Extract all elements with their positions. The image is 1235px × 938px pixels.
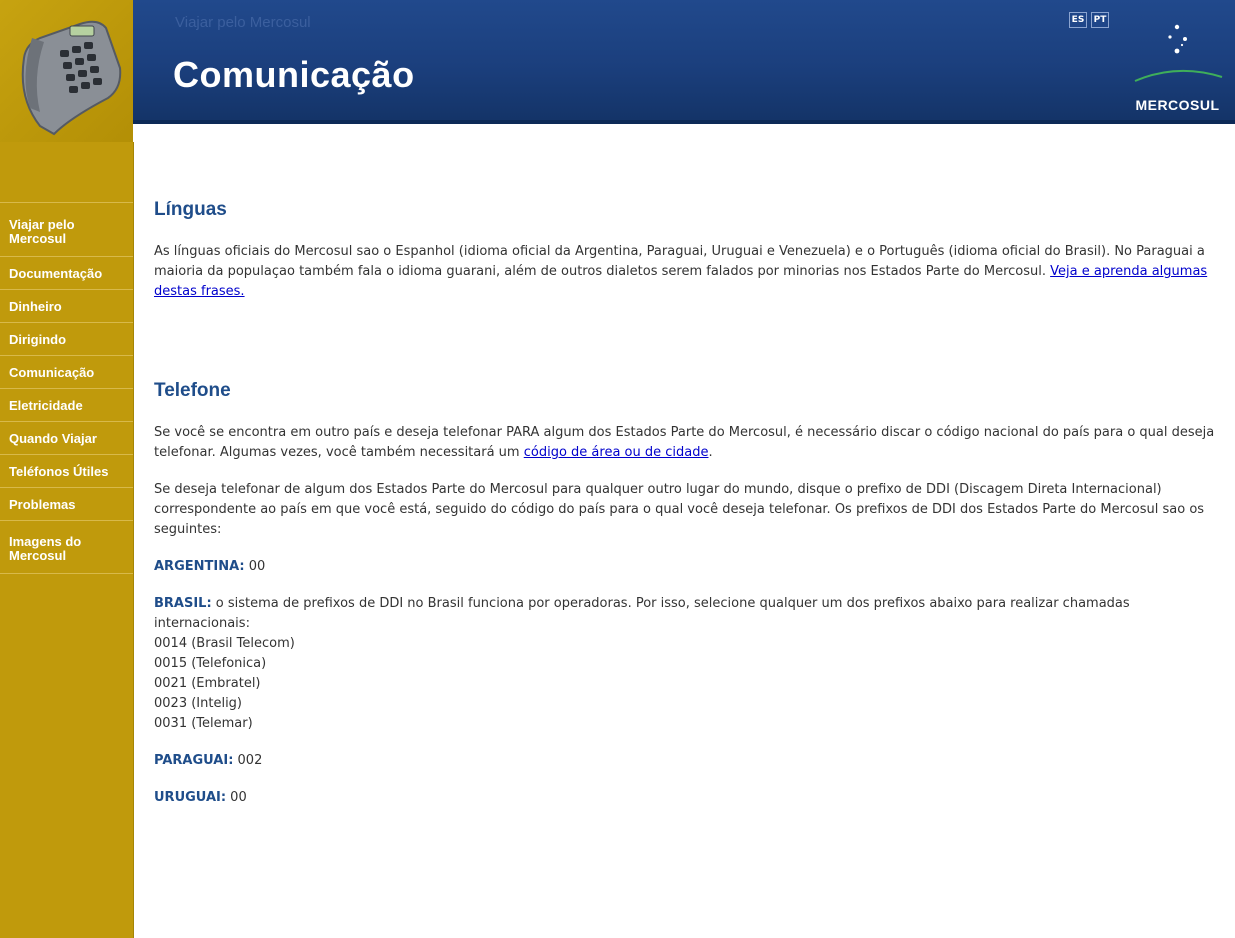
sidebar-item-viajar-pelo-mercosul[interactable]: Viajar pelo Mercosul bbox=[0, 202, 133, 256]
sidebar: Viajar pelo Mercosul Documentação Dinhei… bbox=[0, 142, 134, 938]
argentina-label: ARGENTINA: bbox=[154, 559, 245, 574]
telefone-paragraph-1: Se você se encontra em outro país e dese… bbox=[154, 423, 1219, 463]
logo-text: MERCOSUL bbox=[1135, 97, 1220, 113]
sidebar-item-documentacao[interactable]: Documentação bbox=[0, 256, 133, 289]
brasil-prefix: 0031 (Telemar) bbox=[154, 716, 253, 731]
section-heading-telefone: Telefone bbox=[154, 380, 231, 401]
main-content: Línguas As línguas oficiais do Mercosul … bbox=[154, 200, 1219, 808]
language-switch: ES PT bbox=[1069, 12, 1109, 28]
southern-cross-icon bbox=[1134, 24, 1223, 82]
brasil-prefix: 0023 (Intelig) bbox=[154, 696, 243, 711]
sidebar-item-problemas[interactable]: Problemas bbox=[0, 487, 133, 520]
paraguai-label: PARAGUAI: bbox=[154, 753, 234, 768]
mercosul-logo[interactable]: MERCOSUL bbox=[1130, 15, 1225, 120]
sidebar-item-telefonos-uteis[interactable]: Teléfonos Útiles bbox=[0, 454, 133, 487]
sidebar-item-eletricidade[interactable]: Eletricidade bbox=[0, 388, 133, 421]
sidebar-item-quando-viajar[interactable]: Quando Viajar bbox=[0, 421, 133, 454]
brasil-prefix: 0014 (Brasil Telecom) bbox=[154, 636, 295, 651]
sidebar-item-comunicacao[interactable]: Comunicação bbox=[0, 355, 133, 388]
brasil-prefix: 0015 (Telefonica) bbox=[154, 656, 267, 671]
telefone-paragraph-2: Se deseja telefonar de algum dos Estados… bbox=[154, 482, 1205, 537]
argentina-entry: ARGENTINA: 00 bbox=[154, 557, 1219, 577]
uruguai-entry: URUGUAI: 00 bbox=[154, 788, 1219, 808]
telefone-p1-end: . bbox=[708, 445, 713, 460]
sidebar-item-imagens-do-mercosul[interactable]: Imagens do Mercosul bbox=[0, 520, 133, 574]
paraguai-value: 002 bbox=[233, 753, 263, 768]
phone-tile bbox=[0, 0, 133, 142]
sidebar-nav: Viajar pelo Mercosul Documentação Dinhei… bbox=[0, 202, 133, 574]
section-heading-linguas: Línguas bbox=[154, 199, 227, 220]
lang-es-button[interactable]: ES bbox=[1069, 12, 1087, 28]
brasil-text: o sistema de prefixos de DDI no Brasil f… bbox=[154, 596, 1130, 631]
brasil-prefix: 0021 (Embratel) bbox=[154, 676, 261, 691]
argentina-value: 00 bbox=[244, 559, 266, 574]
telephone-icon bbox=[21, 20, 122, 136]
sidebar-item-dinheiro[interactable]: Dinheiro bbox=[0, 289, 133, 322]
lang-pt-button[interactable]: PT bbox=[1091, 12, 1109, 28]
area-code-link[interactable]: código de área ou de cidade bbox=[524, 445, 709, 460]
uruguai-value: 00 bbox=[226, 790, 247, 805]
uruguai-label: URUGUAI: bbox=[154, 790, 227, 805]
linguas-text: As línguas oficiais do Mercosul sao o Es… bbox=[154, 244, 1205, 279]
brasil-label: BRASIL: bbox=[154, 596, 212, 611]
breadcrumb[interactable]: Viajar pelo Mercosul bbox=[175, 14, 311, 31]
linguas-paragraph: As línguas oficiais do Mercosul sao o Es… bbox=[154, 242, 1219, 302]
page-title: Comunicação bbox=[173, 54, 415, 95]
sidebar-item-dirigindo[interactable]: Dirigindo bbox=[0, 322, 133, 355]
brasil-entry: BRASIL: o sistema de prefixos de DDI no … bbox=[154, 594, 1219, 734]
paraguai-entry: PARAGUAI: 002 bbox=[154, 751, 1219, 771]
page-header: Viajar pelo Mercosul Comunicação ES PT M… bbox=[0, 0, 1235, 142]
header-bar: Viajar pelo Mercosul Comunicação ES PT M… bbox=[0, 0, 1235, 124]
